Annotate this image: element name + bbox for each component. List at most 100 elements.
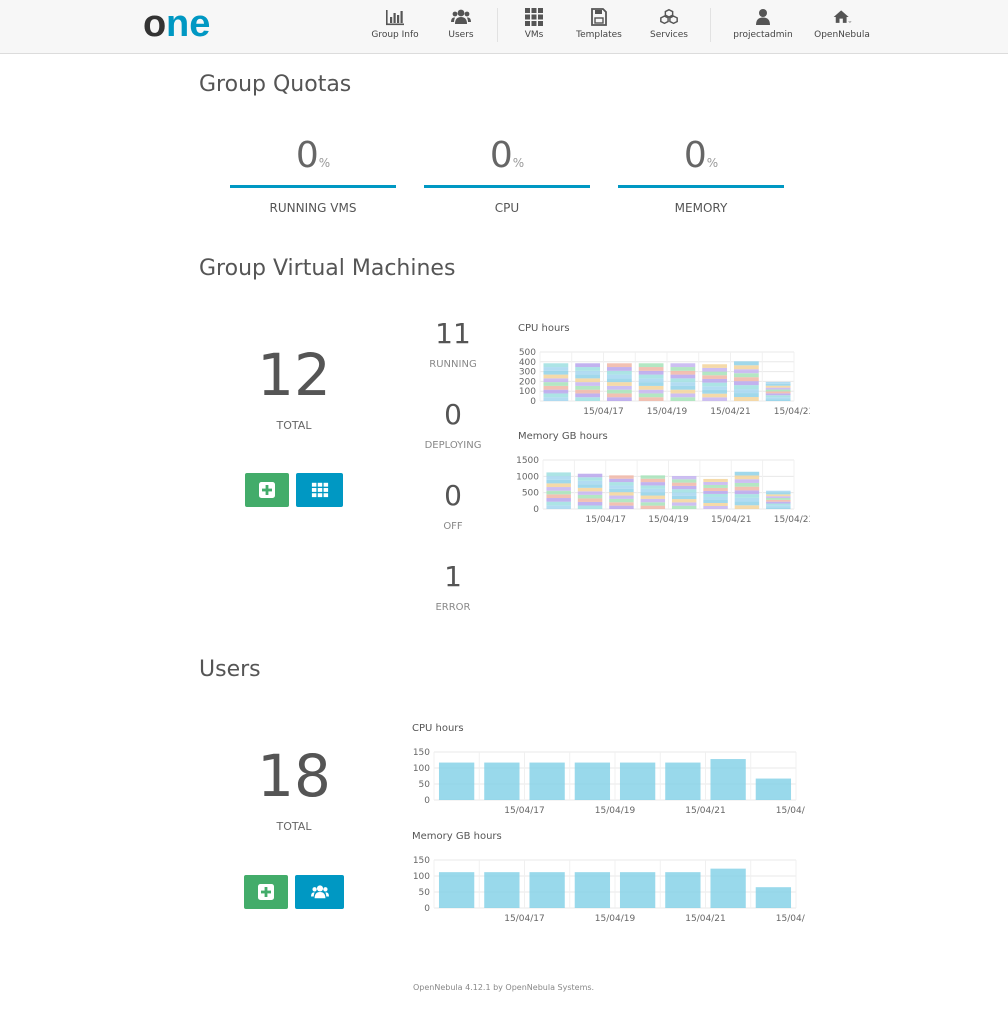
bar (710, 759, 746, 800)
bar-segment (575, 378, 601, 383)
bar-segment (671, 492, 697, 496)
x-tick-label: 15/04/19 (595, 806, 636, 816)
bar-segment (577, 505, 603, 509)
bar (574, 762, 611, 800)
users-icon (451, 9, 471, 24)
x-tick-label: 15/04/23 (776, 914, 805, 924)
nav-user-label: projectadmin (733, 30, 793, 40)
bar-segment (702, 393, 728, 398)
nav-user-menu[interactable]: projectadmin (733, 8, 793, 48)
stat-value: 1 (444, 560, 462, 593)
bar-segment (766, 507, 791, 509)
y-tick-label: 100 (413, 872, 430, 882)
x-tick-label: 15/04/23 (776, 806, 805, 816)
bar (438, 872, 475, 908)
bar-segment (766, 499, 791, 502)
bar-segment (671, 489, 697, 493)
vm-memory-hours-chart: 0 500 1000 1500 15/04/17 15/04/19 15/04/21 15/0… (516, 456, 810, 525)
bar-segment (733, 381, 759, 386)
bar-segment (734, 475, 760, 480)
nav-users-label: Users (448, 30, 474, 40)
bar-segment (575, 389, 601, 394)
top-navbar: o ne Group Info Users VMs Templates Serv… (0, 0, 1008, 54)
bar-chart-icon (386, 10, 404, 26)
nav-zone-menu[interactable]: OpenNebula (814, 8, 870, 48)
x-tick-label: 15/04/17 (504, 914, 544, 924)
bar-segment (546, 472, 571, 477)
users-total: 18 TOTAL (224, 743, 364, 833)
bar-segment (640, 505, 666, 509)
bar-segment (575, 382, 601, 386)
vms-list-button[interactable] (296, 473, 343, 507)
bar-segment (670, 389, 696, 394)
bar-segment (670, 397, 696, 401)
y-tick-label: 200 (519, 377, 536, 387)
bar-segment (575, 374, 601, 379)
bar (574, 872, 611, 908)
bar (484, 872, 520, 908)
nav-divider (710, 8, 711, 42)
create-user-button[interactable] (244, 875, 288, 909)
bar-segment (577, 473, 603, 478)
users-total-value: 18 (257, 742, 331, 810)
bar-segment (734, 494, 760, 498)
users-list-button[interactable] (295, 875, 344, 909)
bar (529, 762, 565, 800)
bar-segment (543, 374, 569, 379)
opennebula-logo[interactable]: o ne (143, 3, 233, 43)
bar-segment (670, 374, 696, 379)
nav-services[interactable]: Services (648, 8, 690, 48)
bar-segment (640, 495, 666, 499)
bar-segment (702, 378, 728, 383)
bar-segment (702, 389, 728, 394)
bar (484, 762, 520, 800)
stat-label: ERROR (435, 602, 471, 613)
x-tick-label: 15/04/19 (647, 407, 688, 417)
bar-segment (577, 484, 603, 488)
bar-segment (766, 501, 791, 504)
quota-cpu: 0% CPU (424, 132, 590, 222)
bar-segment (543, 385, 569, 390)
bar-segment (546, 501, 571, 506)
bar-segment (543, 367, 569, 371)
stat-value: 0 (444, 479, 462, 512)
bar-segment (703, 496, 728, 500)
bar (619, 762, 656, 800)
vms-total: 12 TOTAL (224, 342, 364, 432)
y-tick-label: 0 (424, 796, 430, 806)
bar-segment (543, 382, 569, 386)
bar-segment (703, 502, 728, 506)
bar-segment (733, 393, 759, 398)
bar-segment (609, 485, 634, 489)
group-vms-title: Group Virtual Machines (199, 256, 456, 281)
bar (755, 778, 792, 800)
bar (438, 762, 475, 800)
y-tick-label: 400 (519, 358, 536, 368)
nav-templates[interactable]: Templates (575, 8, 623, 48)
bar-segment (766, 505, 791, 508)
bar-segment (546, 483, 571, 488)
nav-users[interactable]: Users (443, 8, 479, 48)
bar-segment (606, 370, 632, 375)
bar-segment (546, 476, 571, 480)
quota-progress-bar (424, 185, 590, 188)
create-vm-button[interactable] (245, 473, 289, 507)
bar-segment (734, 497, 760, 502)
bar-segment (734, 501, 760, 506)
bar-segment (575, 397, 601, 401)
bar-segment (577, 480, 603, 485)
bar-segment (638, 393, 664, 398)
plus-square-icon (259, 482, 275, 498)
bar-segment (638, 397, 664, 401)
bar-segment (638, 374, 664, 379)
bar-segment (671, 505, 697, 509)
x-tick-label: 15/04/17 (583, 407, 623, 417)
cubes-icon (660, 8, 678, 25)
bar-segment (546, 487, 571, 491)
nav-vms[interactable]: VMs (516, 8, 552, 48)
x-tick-label: 15/04/19 (595, 914, 636, 924)
svg-text:o: o (143, 3, 166, 43)
nav-group-info[interactable]: Group Info (371, 8, 419, 48)
bar-segment (733, 385, 759, 390)
bar-segment (733, 397, 759, 401)
